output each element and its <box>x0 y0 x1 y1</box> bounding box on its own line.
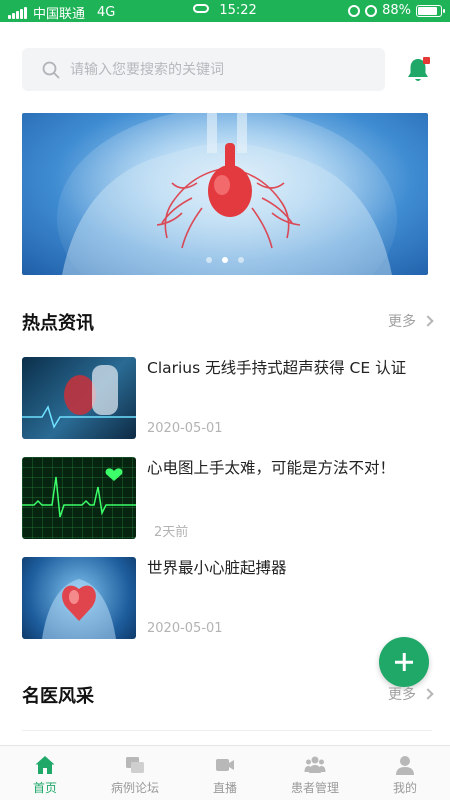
news-date: 2020-05-01 <box>147 421 223 436</box>
tab-label: 病例论坛 <box>110 781 159 795</box>
news-thumbnail <box>22 357 136 439</box>
banner-carousel[interactable] <box>22 113 428 275</box>
chevron-right-icon <box>422 315 434 327</box>
banner-heart-illustration <box>57 113 397 275</box>
news-date: 2天前 <box>154 525 189 540</box>
tab-home[interactable]: 首页 <box>0 746 90 800</box>
hot-news-title: 热点资讯 <box>22 313 94 334</box>
tab-profile[interactable]: 我的 <box>360 746 450 800</box>
orientation-lock-icon <box>348 4 361 17</box>
more-label: 更多 <box>388 314 416 330</box>
profile-icon <box>396 756 414 775</box>
search-input[interactable] <box>70 48 370 91</box>
battery-percent: 88% <box>382 3 411 18</box>
alarm-icon <box>365 4 378 17</box>
search-icon <box>42 61 60 79</box>
carousel-dot[interactable] <box>238 257 244 263</box>
video-icon <box>216 759 234 771</box>
tab-label: 患者管理 <box>290 781 339 795</box>
tab-patients[interactable]: 患者管理 <box>270 746 360 800</box>
patients-icon <box>304 756 326 773</box>
news-thumbnail <box>22 557 136 639</box>
battery-icon <box>416 4 445 17</box>
home-icon <box>35 756 55 774</box>
tab-label: 首页 <box>32 781 57 795</box>
famous-doctors-title: 名医风采 <box>22 686 94 707</box>
news-title: Clarius 无线手持式超声获得 CE 认证 <box>147 359 407 377</box>
more-label: 更多 <box>388 687 416 703</box>
news-item[interactable]: 心电图上手太难，可能是方法不对！ 2天前 <box>22 457 432 540</box>
status-bar: 中国联通 4G 15:22 88% <box>0 0 450 22</box>
carousel-dot[interactable] <box>206 257 212 263</box>
chevron-right-icon <box>422 688 434 700</box>
news-thumbnail <box>22 457 136 539</box>
hot-news-more-button[interactable]: 更多 <box>388 311 434 331</box>
news-item[interactable]: Clarius 无线手持式超声获得 CE 认证 2020-05-01 <box>22 357 432 439</box>
forum-icon <box>126 757 144 773</box>
tab-live[interactable]: 直播 <box>180 746 270 800</box>
status-right: 88% <box>348 3 445 18</box>
news-title: 心电图上手太难，可能是方法不对！ <box>147 459 396 477</box>
news-date: 2020-05-01 <box>147 621 223 636</box>
carousel-indicator <box>22 257 428 263</box>
status-time: 15:22 <box>219 3 257 18</box>
tab-forum[interactable]: 病例论坛 <box>90 746 180 800</box>
notification-dot <box>423 57 430 64</box>
news-item[interactable]: 世界最小心脏起搏器 2020-05-01 <box>22 557 432 639</box>
search-bar[interactable] <box>22 48 385 91</box>
tab-label: 直播 <box>212 781 237 795</box>
add-button[interactable] <box>379 637 429 687</box>
notification-bell-button[interactable] <box>405 56 431 84</box>
tab-label: 我的 <box>392 781 417 795</box>
news-title: 世界最小心脏起搏器 <box>147 559 287 577</box>
carousel-dot-active[interactable] <box>222 257 228 263</box>
bottom-tab-bar: 首页 病例论坛 直播 患者管理 我的 <box>0 745 450 800</box>
link-icon <box>193 4 210 13</box>
famous-doctors-more-button[interactable]: 更多 <box>388 684 434 704</box>
